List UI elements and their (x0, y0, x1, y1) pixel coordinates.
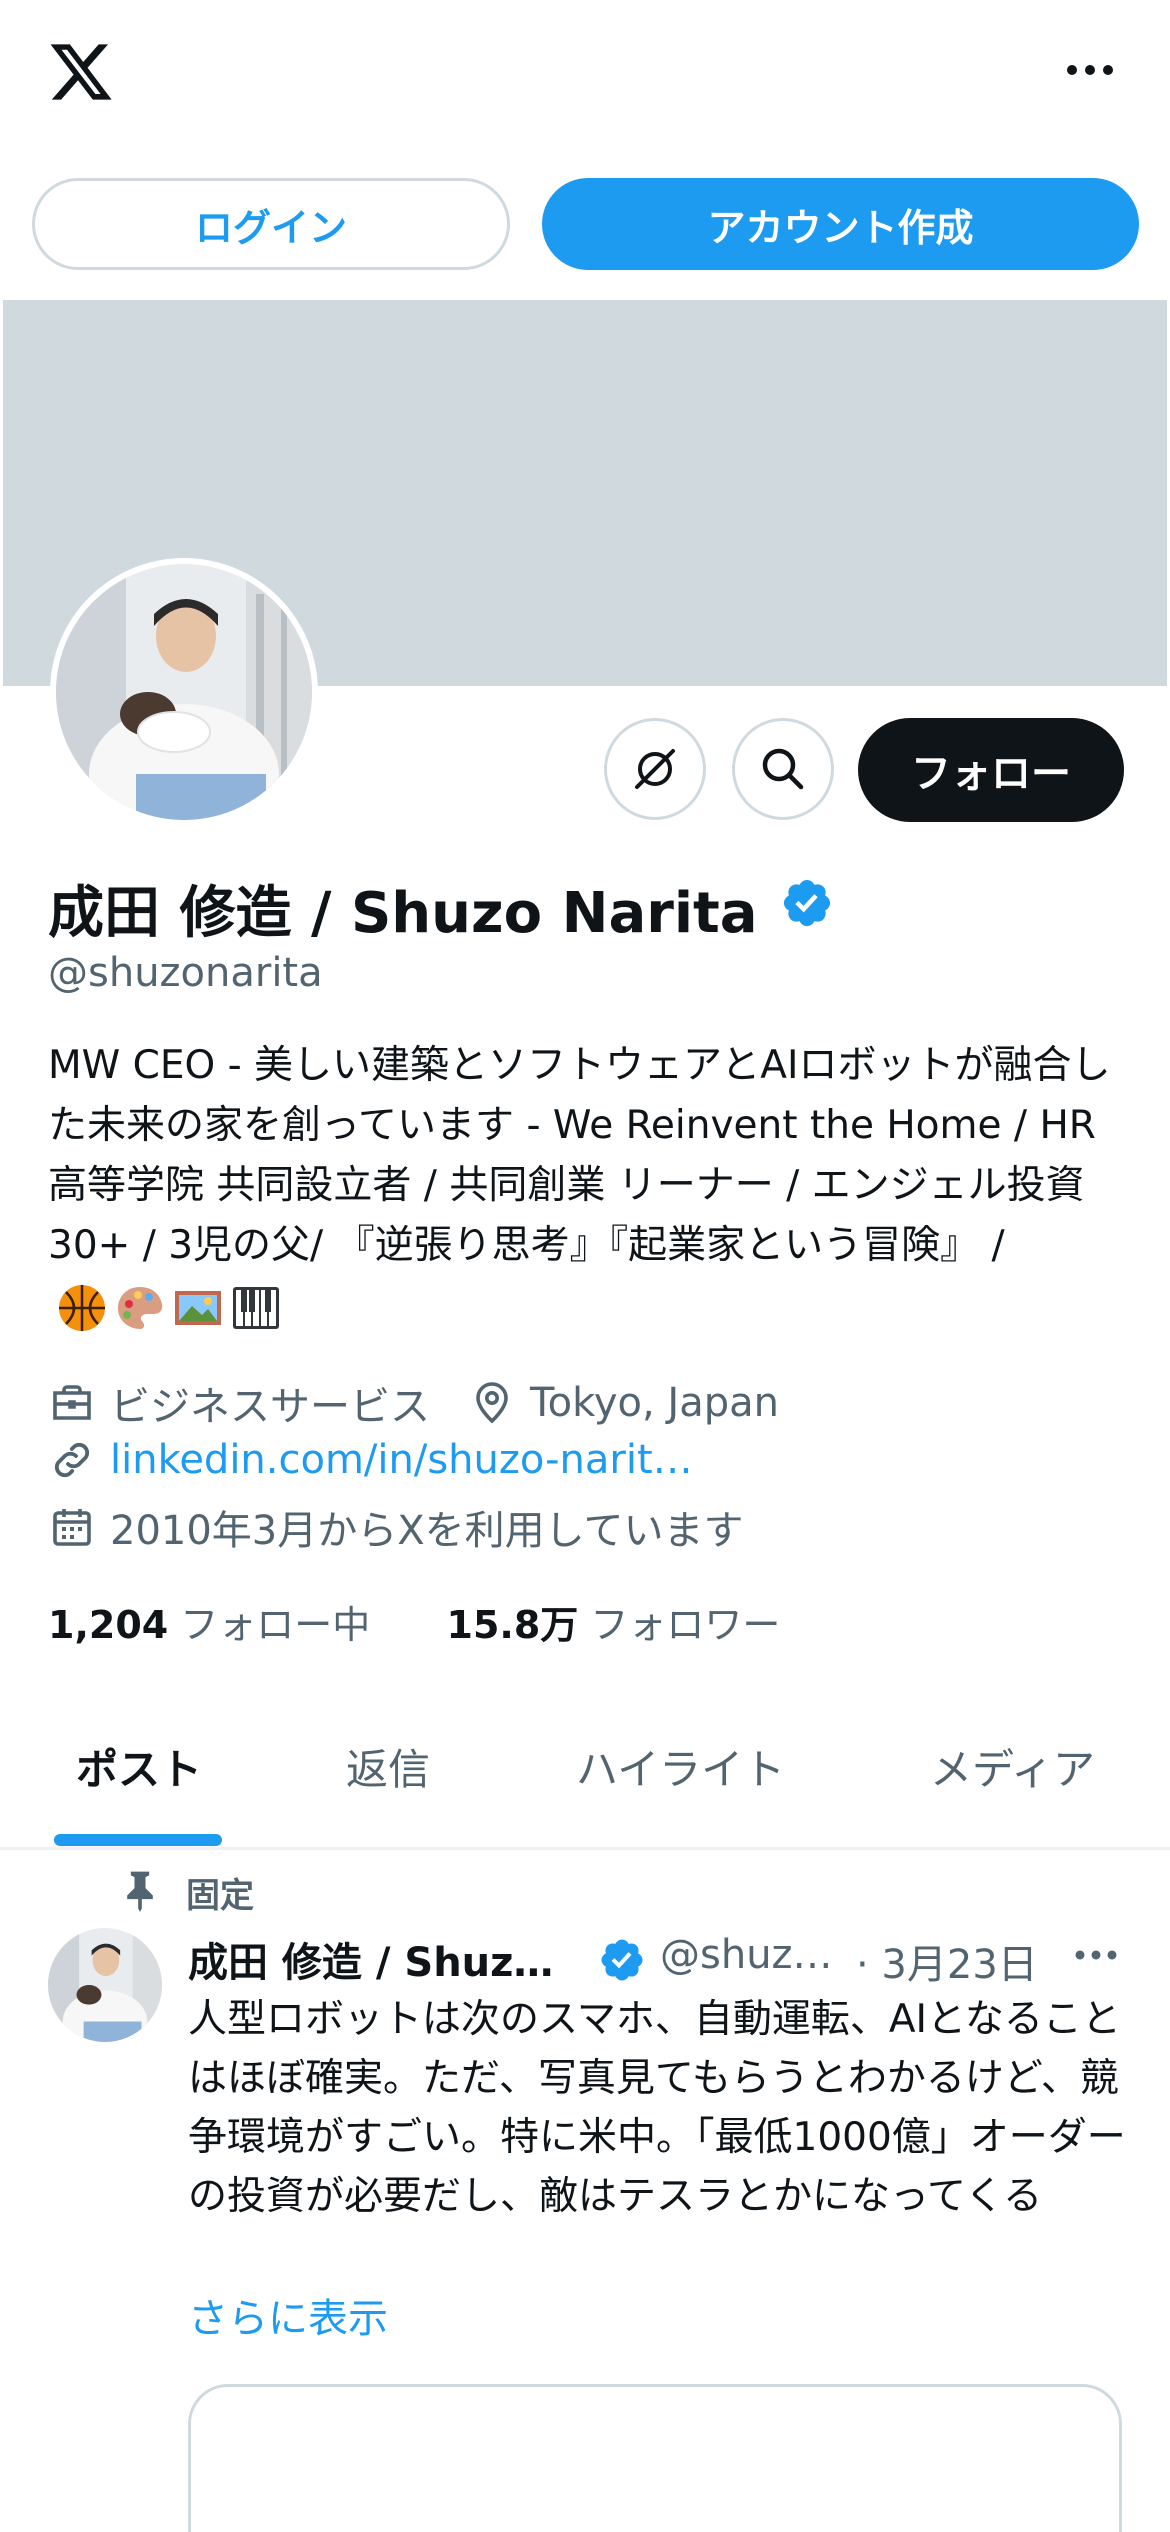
calendar-icon (53, 1509, 91, 1546)
bio-text: MW CEO - 美しい建築とソフトウェアとAIロボットが融合した未来の家を創っ… (48, 1043, 1111, 1268)
post-verified-badge-icon (598, 1936, 646, 1984)
active-tab-indicator (54, 1834, 222, 1846)
link-icon (54, 1442, 90, 1478)
search-button[interactable] (732, 718, 834, 820)
post-author-handle[interactable]: @shuz… (660, 1932, 833, 1978)
profile-meta-row: ビジネスサービス Tokyo, Japan (48, 1374, 779, 1432)
post-author-name[interactable]: 成田 修造 / Shuz… (188, 1930, 553, 1988)
profile-tabs: ポスト 返信 ハイライト メディア (0, 1700, 1170, 1850)
grok-icon-button[interactable] (604, 718, 706, 820)
auth-buttons: ログイン アカウント作成 (0, 178, 1170, 272)
show-more-link[interactable]: さらに表示 (188, 2286, 388, 2344)
tab-posts[interactable]: ポスト (76, 1736, 202, 1797)
avatar (56, 564, 312, 820)
profile-location: Tokyo, Japan (530, 1380, 779, 1426)
post-avatar[interactable] (48, 1928, 162, 2042)
followers-link[interactable]: 15.8万 フォロワー (447, 1603, 781, 1647)
profile-joined: 2010年3月からXを利用しています (110, 1508, 744, 1554)
display-name: 成田 修造 / Shuzo Narita (48, 881, 758, 946)
following-count: 1,204 (48, 1603, 169, 1647)
post-date[interactable]: · 3月23日 (856, 1932, 1038, 1990)
x-logo-icon[interactable] (46, 38, 116, 106)
post-text: 人型ロボットは次のスマホ、自動運転、AIとなることはほぼ確実。ただ、写真見てもら… (188, 1997, 1126, 2219)
follow-stats: 1,204 フォロー中 15.8万 フォロワー (48, 1594, 780, 1649)
profile-website-link[interactable]: linkedin.com/in/shuzo-narit… (110, 1437, 693, 1483)
pinned-label: 固定 (186, 1876, 254, 1916)
profile-avatar[interactable] (50, 558, 318, 826)
following-label: フォロー中 (180, 1603, 371, 1647)
profile-category: ビジネスサービス (110, 1384, 430, 1430)
location-pin-icon (476, 1382, 508, 1424)
signup-button[interactable]: アカウント作成 (542, 178, 1139, 270)
tab-replies[interactable]: 返信 (346, 1736, 430, 1797)
tab-highlights[interactable]: ハイライト (576, 1736, 785, 1797)
bio-emojis (56, 1282, 282, 1334)
basketball-icon (59, 1284, 105, 1331)
piano-icon (233, 1286, 279, 1329)
login-button[interactable]: ログイン (32, 178, 510, 270)
more-horizontal-icon[interactable] (1060, 40, 1120, 100)
palette-icon (117, 1286, 163, 1329)
followers-count: 15.8万 (446, 1603, 579, 1647)
post-media-card[interactable] (188, 2384, 1122, 2532)
following-link[interactable]: 1,204 フォロー中 (48, 1603, 370, 1647)
pin-icon (127, 1871, 153, 1912)
top-bar (0, 0, 1170, 150)
followers-label: フォロワー (590, 1603, 781, 1647)
framed-picture-icon (175, 1290, 221, 1325)
follow-button[interactable]: フォロー (858, 718, 1124, 822)
search-icon (762, 748, 804, 790)
profile-handle: @shuzonarita (48, 950, 323, 996)
verified-badge-icon[interactable] (780, 876, 834, 930)
profile-bio: MW CEO - 美しい建築とソフトウェアとAIロボットが融合した未来の家を創っ… (48, 1036, 1128, 1336)
grok-icon (635, 749, 675, 789)
tab-media[interactable]: メディア (930, 1736, 1095, 1797)
profile-website-row: linkedin.com/in/shuzo-narit… (48, 1436, 693, 1484)
briefcase-icon (53, 1385, 91, 1420)
post-more-icon[interactable] (1066, 1930, 1126, 1980)
profile-joined-row: 2010年3月からXを利用しています (48, 1498, 743, 1556)
